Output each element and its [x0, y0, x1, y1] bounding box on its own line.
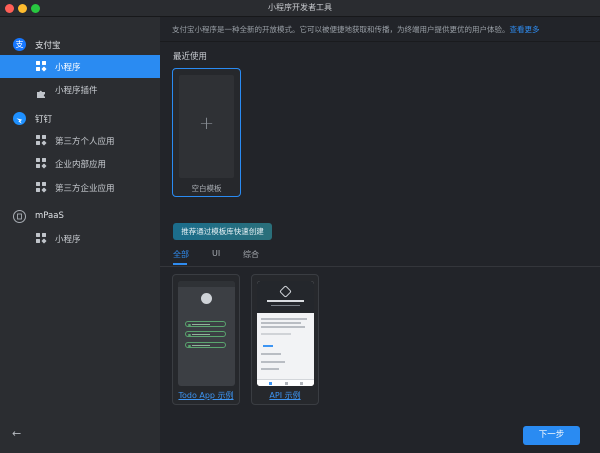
sidebar-item-label: 第三方企业应用 [55, 182, 115, 194]
tab-all[interactable]: 全部 [173, 249, 189, 260]
puzzle-icon [36, 84, 46, 94]
blank-template-label: 空白模板 [173, 183, 240, 194]
next-button[interactable]: 下一步 [523, 426, 580, 445]
sidebar-item-label: 第三方个人应用 [55, 135, 115, 147]
title-bar: 小程序开发者工具 [0, 0, 600, 17]
sidebar-item-label: 小程序 [55, 61, 81, 73]
sidebar-item-enterprise-internal[interactable]: 企业内部应用 [0, 152, 160, 175]
more-link[interactable]: 查看更多 [510, 25, 540, 34]
sidebar-item-label: 企业内部应用 [55, 158, 106, 170]
active-tab-indicator [173, 263, 187, 265]
tab-comprehensive[interactable]: 综合 [243, 249, 259, 260]
intro-text: 支付宝小程序是一种全新的开放模式。它可以被便捷地获取和传播，为终端用户提供更优的… [172, 25, 510, 34]
grid-icon [36, 233, 46, 243]
template-label[interactable]: API 示例 [252, 390, 318, 401]
intro-description: 支付宝小程序是一种全新的开放模式。它可以被便捷地获取和传播，为终端用户提供更优的… [172, 24, 540, 35]
sidebar-item-label: 小程序插件 [55, 84, 98, 96]
sidebar-item-third-party-enterprise[interactable]: 第三方企业应用 [0, 176, 160, 199]
blank-template-card[interactable]: + 空白模板 [172, 68, 241, 197]
sidebar-item-alipay-plugin[interactable]: 小程序插件 [0, 78, 160, 101]
sidebar-item-label: 小程序 [55, 233, 81, 245]
todo-template-thumbnail [178, 281, 235, 386]
sidebar-group-alipay: 支 支付宝 [0, 34, 160, 56]
grid-icon [36, 182, 46, 192]
tab-ui[interactable]: UI [212, 249, 220, 258]
sidebar-group-dingtalk: 钉钉 [0, 108, 160, 130]
recent-title: 最近使用 [173, 50, 207, 62]
quick-create-button[interactable]: 推荐通过模板库快速创建 [173, 223, 272, 240]
sidebar-item-mpaas-miniprogram[interactable]: 小程序 [0, 227, 160, 250]
arrow-left-icon[interactable]: ← [12, 427, 21, 440]
sidebar-item-third-party-personal[interactable]: 第三方个人应用 [0, 129, 160, 152]
blank-template-preview: + [179, 75, 234, 178]
template-card-api[interactable]: API 示例 [251, 274, 319, 405]
grid-icon [36, 61, 46, 71]
alipay-icon: 支 [13, 38, 26, 51]
sidebar-group-label: 钉钉 [35, 113, 52, 125]
app-window: 小程序开发者工具 支 支付宝 小程序 小程序插件 钉钉 第三方个人应用 [0, 0, 600, 453]
mpaas-icon [13, 210, 26, 223]
grid-icon [36, 135, 46, 145]
sidebar-group-label: 支付宝 [35, 39, 61, 51]
window-title: 小程序开发者工具 [0, 2, 600, 13]
plus-icon: + [179, 113, 234, 134]
sidebar: 支 支付宝 小程序 小程序插件 钉钉 第三方个人应用 企业内部应用 [0, 17, 160, 453]
grid-icon [36, 158, 46, 168]
api-template-thumbnail [257, 281, 314, 386]
sidebar-group-mpaas: mPaaS [0, 206, 160, 228]
tabs-divider [160, 266, 600, 267]
sidebar-group-label: mPaaS [35, 211, 64, 221]
sidebar-item-alipay-miniprogram[interactable]: 小程序 [0, 55, 160, 78]
dingtalk-icon [13, 112, 26, 125]
template-label[interactable]: Todo App 示例 [173, 390, 239, 401]
main-panel: 支付宝小程序是一种全新的开放模式。它可以被便捷地获取和传播，为终端用户提供更优的… [160, 17, 600, 453]
divider [160, 41, 600, 42]
template-card-todo[interactable]: Todo App 示例 [172, 274, 240, 405]
